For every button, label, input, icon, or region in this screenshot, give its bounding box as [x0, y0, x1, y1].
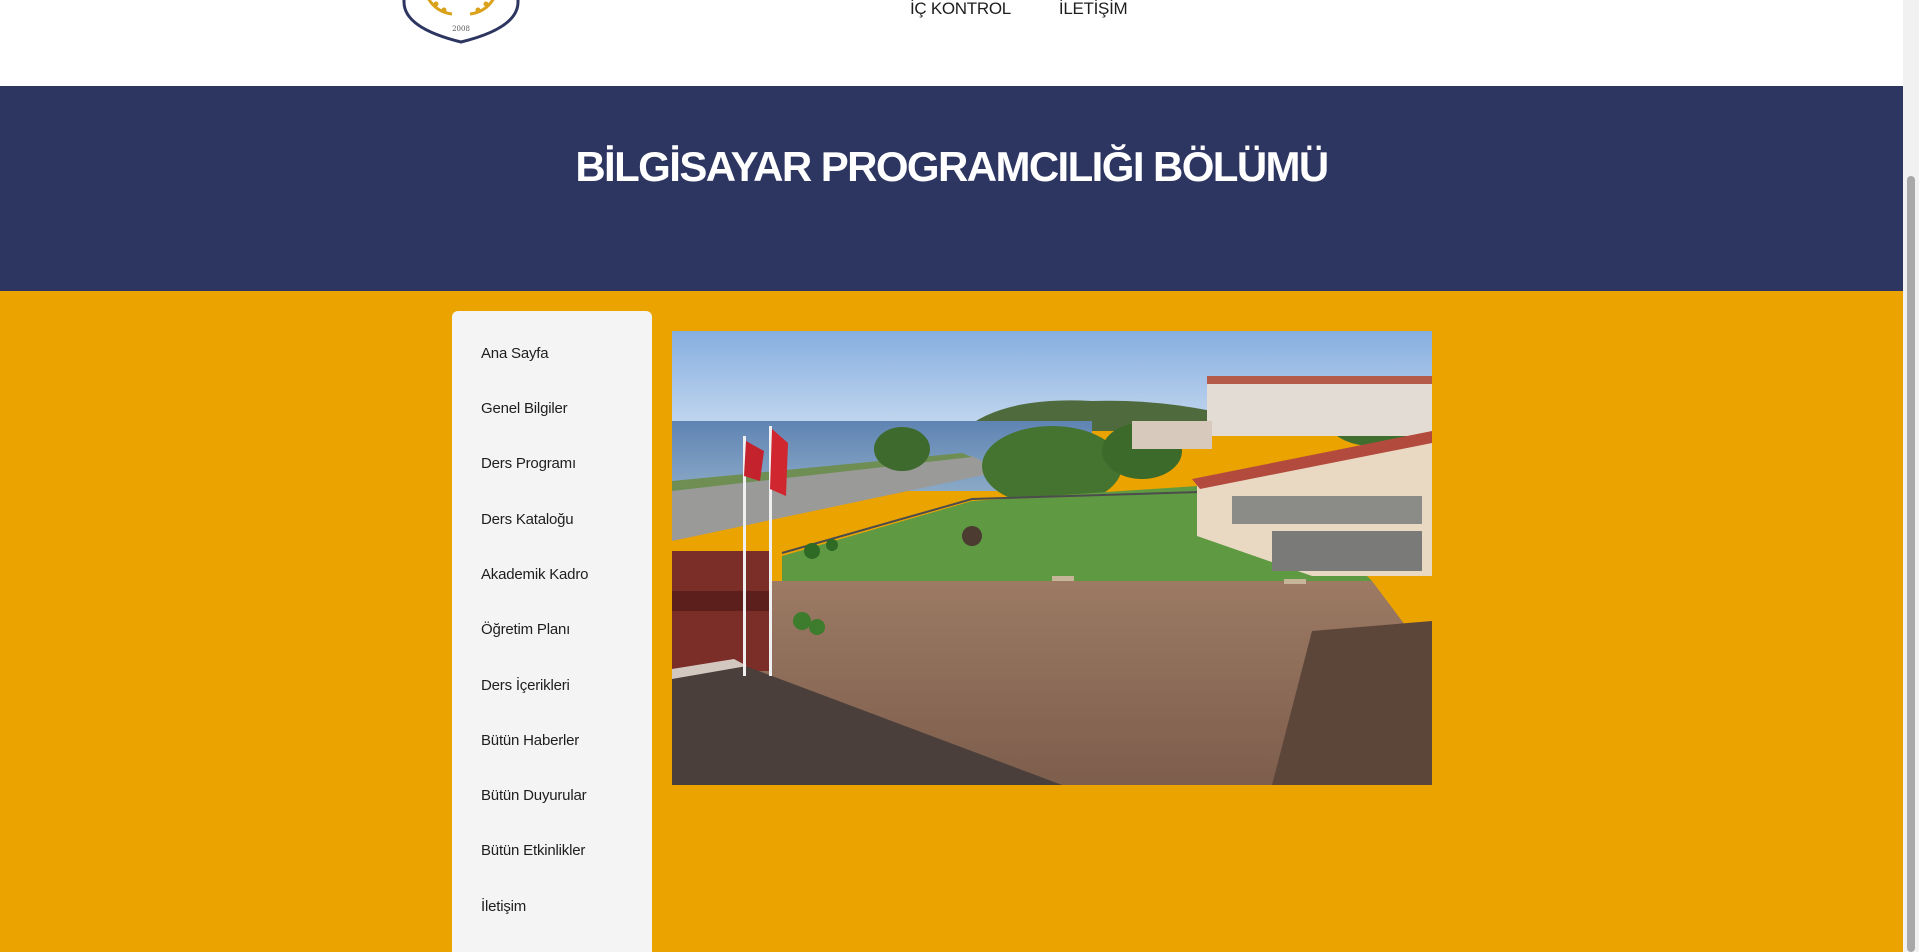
hero-banner: BİLGİSAYAR PROGRAMCILIĞI BÖLÜMÜ: [0, 86, 1903, 291]
sidebar-item-iletisim[interactable]: İletişim: [481, 898, 526, 915]
sidebar-item-label[interactable]: Akademik Kadro: [481, 566, 588, 583]
sidebar-item-label[interactable]: Ders İçerikleri: [481, 677, 570, 694]
sidebar-item-label[interactable]: Bütün Haberler: [481, 732, 579, 749]
nav-iletisim[interactable]: İLETİŞİM: [1059, 0, 1128, 20]
vertical-scrollbar[interactable]: [1903, 0, 1919, 952]
top-header: 2008 İÇ KONTROL İLETİŞİM: [0, 0, 1903, 86]
sidebar-item-ders-katalogu[interactable]: Ders Kataloğu: [481, 511, 574, 528]
sidebar-item-ogretim-plani[interactable]: Öğretim Planı: [481, 621, 570, 638]
sidebar-item-label[interactable]: Öğretim Planı: [481, 621, 570, 638]
sidebar-item-label[interactable]: Ana Sayfa: [481, 345, 549, 362]
sidebar-item-ders-icerikleri[interactable]: Ders İçerikleri: [481, 677, 570, 694]
sidebar-item-akademik-kadro[interactable]: Akademik Kadro: [481, 566, 588, 583]
sidebar-item-label[interactable]: Ders Kataloğu: [481, 511, 574, 528]
sidebar-item-label[interactable]: Bütün Duyurular: [481, 787, 587, 804]
sidebar-item-butun-haberler[interactable]: Bütün Haberler: [481, 732, 579, 749]
sidebar-item-butun-etkinlikler[interactable]: Bütün Etkinlikler: [481, 842, 585, 859]
nav-ic-kontrol[interactable]: İÇ KONTROL: [910, 0, 1011, 20]
scrollbar-thumb[interactable]: [1907, 176, 1915, 952]
main-nav: İÇ KONTROL İLETİŞİM: [910, 0, 1128, 20]
page-title: BİLGİSAYAR PROGRAMCILIĞI BÖLÜMÜ: [575, 142, 1329, 190]
sidebar-menu: Ana Sayfa Genel Bilgiler Ders Programı D…: [452, 311, 652, 952]
sidebar-item-label[interactable]: Genel Bilgiler: [481, 400, 568, 417]
university-logo[interactable]: 2008: [400, 0, 522, 52]
sidebar-item-label[interactable]: Ders Programı: [481, 455, 576, 472]
sidebar-item-butun-duyurular[interactable]: Bütün Duyurular: [481, 787, 587, 804]
sidebar-item-ana-sayfa[interactable]: Ana Sayfa: [481, 345, 549, 362]
sidebar-item-label[interactable]: Bütün Etkinlikler: [481, 842, 585, 859]
sidebar-item-genel-bilgiler[interactable]: Genel Bilgiler: [481, 400, 568, 417]
sidebar-item-ders-programi[interactable]: Ders Programı: [481, 455, 576, 472]
page: 2008 İÇ KONTROL İLETİŞİM BİLGİSAYAR PROG…: [0, 0, 1903, 952]
svg-text:2008: 2008: [452, 25, 470, 33]
sidebar-item-label[interactable]: İletişim: [481, 898, 526, 915]
campus-photo: [672, 331, 1432, 785]
